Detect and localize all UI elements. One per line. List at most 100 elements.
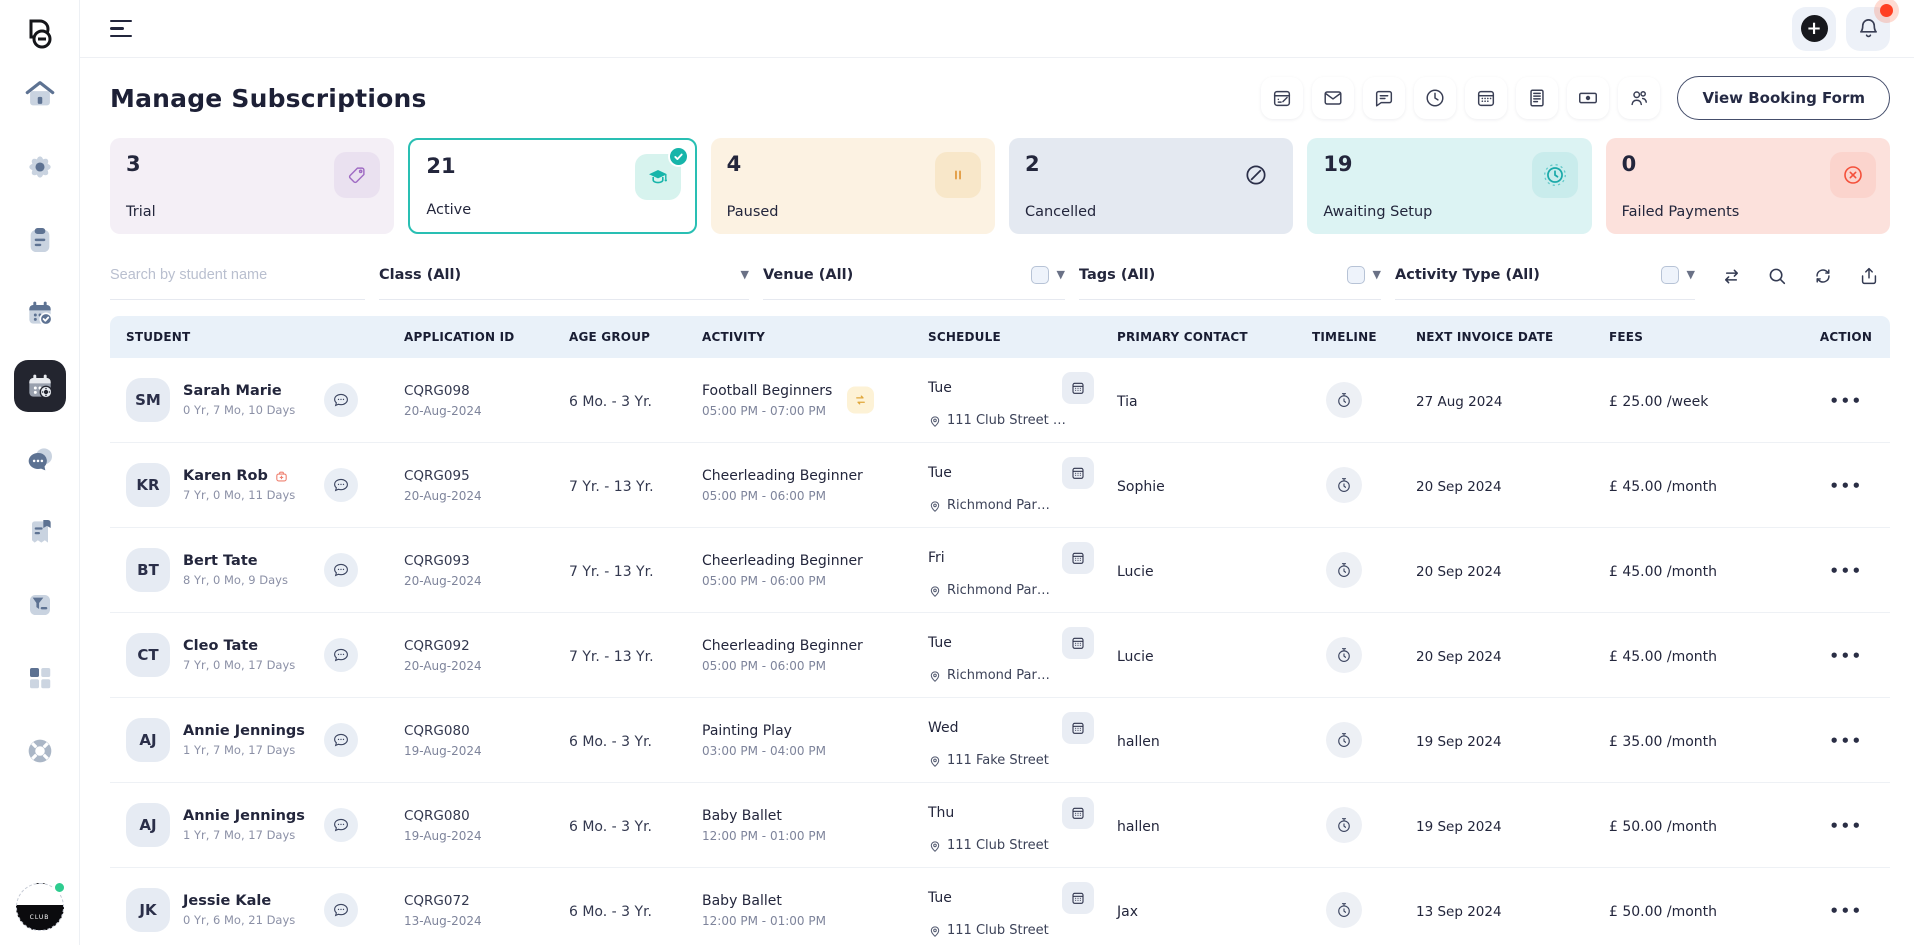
message-icon[interactable] (324, 723, 358, 757)
message-icon[interactable] (324, 553, 358, 587)
timeline-icon[interactable] (1326, 892, 1362, 928)
application-date: 20-Aug-2024 (404, 659, 545, 673)
refresh-icon[interactable] (1802, 256, 1844, 296)
message-icon[interactable] (324, 468, 358, 502)
class-filter[interactable]: Class (All) ▼ (379, 260, 749, 300)
search-input[interactable] (110, 267, 365, 283)
schedule-calendar-icon[interactable] (1062, 457, 1094, 489)
sidebar-item-bookings-calendar[interactable] (14, 287, 66, 339)
timeline-icon[interactable] (1326, 467, 1362, 503)
table-header: STUDENT APPLICATION ID AGE GROUP ACTIVIT… (110, 316, 1890, 358)
card-paused[interactable]: 4 Paused (711, 138, 995, 234)
schedule-calendar-icon[interactable] (1062, 712, 1094, 744)
chat-icon (24, 443, 56, 475)
pause-icon (935, 152, 981, 198)
table-row[interactable]: JK Jessie Kale 0 Yr, 6 Mo, 21 Days CQRG0… (110, 868, 1890, 945)
message-icon[interactable] (324, 808, 358, 842)
menu-toggle-button[interactable] (110, 20, 134, 37)
export-icon[interactable] (1848, 256, 1890, 296)
card-failed-payments[interactable]: 0 Failed Payments (1606, 138, 1890, 234)
sidebar-item-chat[interactable] (14, 433, 66, 485)
logo-icon (22, 16, 58, 52)
sidebar-item-support[interactable] (14, 725, 66, 777)
message-icon[interactable] (324, 638, 358, 672)
calendar-icon[interactable] (1465, 77, 1507, 119)
add-button[interactable]: + (1792, 7, 1836, 51)
col-age-group: AGE GROUP (545, 330, 680, 344)
row-actions-button[interactable]: ••• (1829, 562, 1862, 580)
users-icon[interactable] (1618, 77, 1660, 119)
timeline-icon[interactable] (1326, 382, 1362, 418)
mail-icon[interactable] (1312, 77, 1354, 119)
timeline-icon[interactable] (1326, 807, 1362, 843)
application-id: CQRG092 (404, 638, 545, 654)
table-row[interactable]: KR Karen Rob 7 Yr, 0 Mo, 11 Days CQRG095… (110, 443, 1890, 528)
notifications-button[interactable] (1846, 7, 1890, 51)
view-booking-form-button[interactable]: View Booking Form (1677, 76, 1890, 120)
location-pin-icon (928, 924, 942, 938)
table-row[interactable]: AJ Annie Jennings 1 Yr, 7 Mo, 17 Days CQ… (110, 783, 1890, 868)
schedule-calendar-icon[interactable] (1062, 627, 1094, 659)
card-trial[interactable]: 3 Trial (110, 138, 394, 234)
brand-logo[interactable] (18, 12, 62, 56)
row-actions-button[interactable]: ••• (1829, 647, 1862, 665)
schedule-calendar-icon[interactable] (1062, 542, 1094, 574)
activity-type-filter[interactable]: Activity Type (All) ▼ (1395, 260, 1695, 300)
table-row[interactable]: AJ Annie Jennings 1 Yr, 7 Mo, 17 Days CQ… (110, 698, 1890, 783)
next-invoice-date: 20 Sep 2024 (1416, 649, 1502, 665)
activity-name: Painting Play (702, 723, 826, 739)
timeline-icon[interactable] (1326, 722, 1362, 758)
activity-type-select-all-checkbox[interactable] (1661, 266, 1679, 284)
sidebar-item-home[interactable] (14, 68, 66, 120)
sidebar-item-clipboard[interactable] (14, 214, 66, 266)
col-activity: ACTIVITY (680, 330, 910, 344)
search-icon[interactable] (1756, 256, 1798, 296)
age-group: 7 Yr. - 13 Yr. (569, 649, 654, 665)
sidebar-item-subscriptions[interactable] (14, 360, 66, 412)
row-actions-button[interactable]: ••• (1829, 477, 1862, 495)
schedule-day: Tue (928, 380, 952, 396)
age-group: 7 Yr. - 13 Yr. (569, 479, 654, 495)
student-name: Annie Jennings (183, 808, 305, 824)
venue-name: Richmond Par… (947, 583, 1050, 598)
row-actions-button[interactable]: ••• (1829, 392, 1862, 410)
row-actions-button[interactable]: ••• (1829, 902, 1862, 920)
card-awaiting-setup[interactable]: 19 Awaiting Setup (1307, 138, 1591, 234)
comment-icon[interactable] (1363, 77, 1405, 119)
venue-name: Richmond Par… (947, 668, 1050, 683)
message-icon[interactable] (324, 893, 358, 927)
table-row[interactable]: CT Cleo Tate 7 Yr, 0 Mo, 17 Days CQRG092… (110, 613, 1890, 698)
card-cancelled[interactable]: 2 Cancelled (1009, 138, 1293, 234)
notification-dot (1880, 4, 1893, 17)
schedule-icon[interactable] (1261, 77, 1303, 119)
card-active[interactable]: 21 Active (408, 138, 696, 234)
table-row[interactable]: SM Sarah Marie 0 Yr, 7 Mo, 10 Days CQRG0… (110, 358, 1890, 443)
student-name: Annie Jennings (183, 723, 305, 739)
timeline-icon[interactable] (1326, 637, 1362, 673)
clock-icon[interactable] (1414, 77, 1456, 119)
sidebar-item-dashboard[interactable] (14, 652, 66, 704)
venue-filter[interactable]: Venue (All) ▼ (763, 260, 1065, 300)
payment-icon[interactable] (1567, 77, 1609, 119)
activity-time: 12:00 PM - 01:00 PM (702, 914, 826, 928)
tags-filter[interactable]: Tags (All) ▼ (1079, 260, 1381, 300)
venue-select-all-checkbox[interactable] (1031, 266, 1049, 284)
sidebar-item-filtered-docs[interactable] (14, 579, 66, 631)
tags-select-all-checkbox[interactable] (1347, 266, 1365, 284)
sidebar-item-settings[interactable] (14, 141, 66, 193)
bell-icon (1857, 17, 1880, 40)
invoice-icon[interactable] (1516, 77, 1558, 119)
schedule-calendar-icon[interactable] (1062, 372, 1094, 404)
timeline-icon[interactable] (1326, 552, 1362, 588)
schedule-calendar-icon[interactable] (1062, 882, 1094, 914)
message-icon[interactable] (324, 383, 358, 417)
next-invoice-date: 20 Sep 2024 (1416, 564, 1502, 580)
schedule-calendar-icon[interactable] (1062, 797, 1094, 829)
fees: £ 50.00 /month (1609, 819, 1717, 835)
row-actions-button[interactable]: ••• (1829, 732, 1862, 750)
swap-columns-icon[interactable] (1710, 256, 1752, 296)
row-actions-button[interactable]: ••• (1829, 817, 1862, 835)
table-row[interactable]: BT Bert Tate 8 Yr, 0 Mo, 9 Days CQRG093 … (110, 528, 1890, 613)
sidebar-item-receipts[interactable] (14, 506, 66, 558)
schedule-day: Tue (928, 890, 952, 906)
